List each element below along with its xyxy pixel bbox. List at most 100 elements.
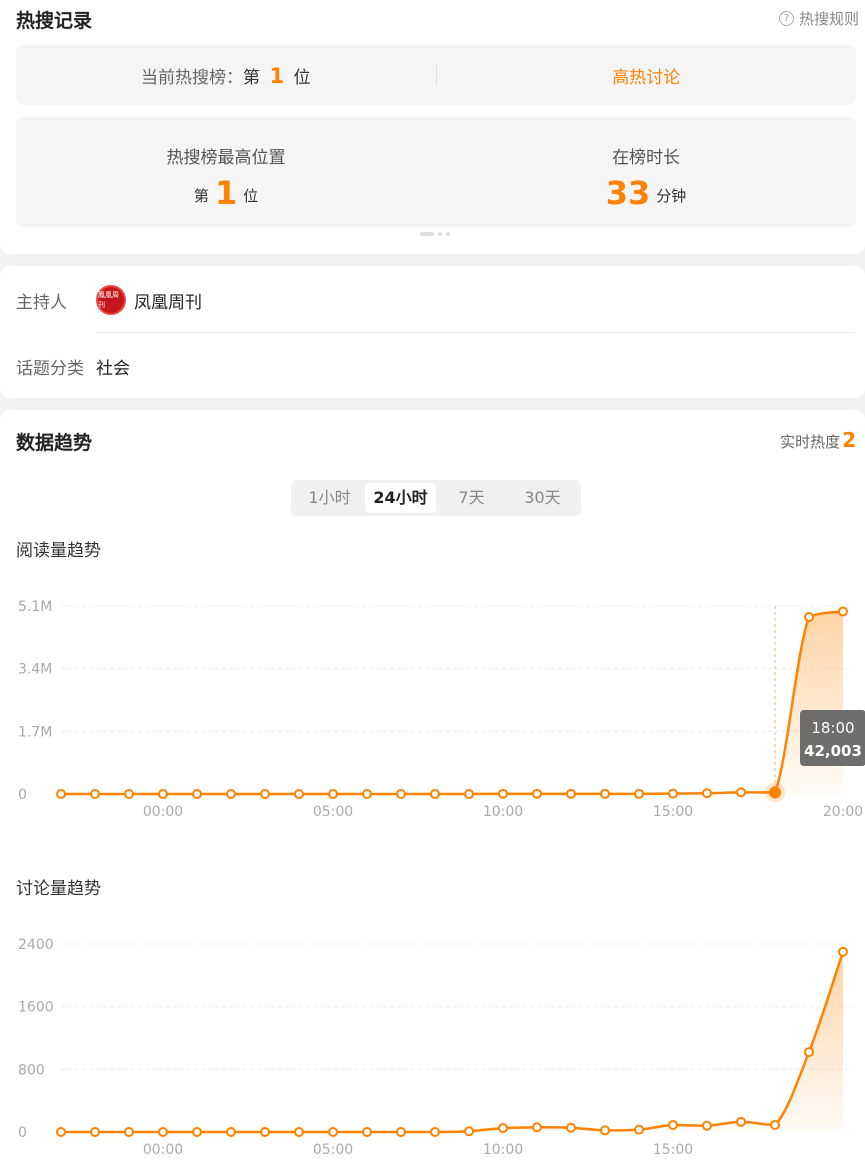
read-trend-title: 阅读量趋势 xyxy=(16,541,101,561)
current-rank: 当前热搜榜：第 1 位 xyxy=(16,63,436,88)
data-point xyxy=(260,789,270,799)
read-trend-chart[interactable]: 0 1.7M 3.4M 5.1M 00:00 05:00 10:00 15:00 20:00 18… xyxy=(0,580,865,830)
rule-link-label: 热搜规则 xyxy=(798,10,859,28)
data-point xyxy=(226,1127,236,1137)
category-value: 社会 xyxy=(96,358,130,379)
data-point xyxy=(532,1122,542,1133)
host-row: 主持人 鳳凰周刊 凤凰周刊 xyxy=(16,284,855,316)
data-point xyxy=(362,1127,372,1137)
duration-label: 在榜时长 xyxy=(612,148,680,168)
y-tick-label: 0 xyxy=(18,1125,27,1141)
current-rank-box: 当前热搜榜：第 1 位 高热讨论 xyxy=(16,45,856,105)
tab-30d[interactable]: 30天 xyxy=(507,483,578,513)
series-line xyxy=(61,610,844,796)
heat-label: 实时热度 xyxy=(780,433,841,451)
duration: 在榜时长 33 分钟 xyxy=(436,117,856,227)
x-tick-label: 00:00 xyxy=(143,1142,183,1158)
data-point xyxy=(158,1127,168,1137)
host-label: 主持人 xyxy=(16,292,67,313)
host-name: 凤凰周刊 xyxy=(134,292,202,313)
data-point xyxy=(362,789,372,799)
tooltip-time: 18:00 xyxy=(811,719,854,737)
rank-stats-box: 热搜榜最高位置 第1位 在榜时长 33 分钟 xyxy=(16,117,856,227)
avatar: 鳳凰周刊 xyxy=(96,285,126,315)
category-row: 话题分类 社会 xyxy=(16,350,855,382)
data-point-active xyxy=(769,786,781,799)
data-point xyxy=(770,1119,780,1130)
heat-value: 2 xyxy=(842,428,856,452)
hot-search-record-card: 热搜记录 ? 热搜规则 当前热搜榜：第 1 位 高热讨论 热搜榜最高位置 第1位… xyxy=(0,0,865,254)
data-point xyxy=(464,1126,474,1137)
data-point xyxy=(294,789,304,799)
current-rank-value: 1 xyxy=(269,63,285,88)
series-line xyxy=(61,951,845,1134)
carousel-dot xyxy=(446,232,450,236)
data-point xyxy=(328,789,338,799)
peak-rank-pre: 第 xyxy=(193,187,209,205)
x-tick-label: 05:00 xyxy=(313,1142,353,1158)
data-point xyxy=(464,789,474,799)
x-tick-label: 15:00 xyxy=(653,1142,693,1158)
y-tick-label: 3.4M xyxy=(18,662,52,678)
data-point xyxy=(124,1127,134,1137)
realtime-heat: 实时热度 2 xyxy=(780,428,856,452)
hot-search-rules-link[interactable]: ? 热搜规则 xyxy=(778,8,859,29)
data-point xyxy=(532,788,542,799)
data-point xyxy=(668,1119,678,1130)
tab-24h[interactable]: 24小时 xyxy=(365,483,436,513)
data-trend-card: 数据趋势 实时热度 2 1小时 24小时 7天 30天 阅读量趋势 0 1.7M 3.… xyxy=(0,410,865,1160)
x-tick-label: 10:00 xyxy=(483,1142,523,1158)
carousel-dot xyxy=(438,232,442,236)
data-point xyxy=(430,1127,440,1137)
data-point xyxy=(634,1124,644,1135)
current-rank-post: 位 xyxy=(293,67,311,88)
x-tick-label: 20:00 xyxy=(823,804,863,820)
host-link[interactable]: 鳳凰周刊 凤凰周刊 xyxy=(96,285,202,315)
series-area xyxy=(61,611,843,794)
tab-1h[interactable]: 1小时 xyxy=(294,483,365,513)
series-area xyxy=(61,951,843,1132)
data-point xyxy=(498,1123,508,1134)
data-point xyxy=(56,789,66,799)
data-point xyxy=(124,789,134,799)
peak-rank-label: 热搜榜最高位置 xyxy=(166,148,286,168)
data-point xyxy=(600,1125,610,1136)
data-point xyxy=(702,788,712,799)
data-point xyxy=(192,1127,202,1137)
data-point xyxy=(56,1127,66,1137)
y-tick-label: 0 xyxy=(18,787,27,803)
y-tick-label: 800 xyxy=(18,1062,45,1078)
data-point xyxy=(600,788,610,799)
x-tick-label: 15:00 xyxy=(653,804,693,820)
current-rank-pre: 第 xyxy=(243,67,261,88)
data-point xyxy=(736,787,746,798)
peak-rank-post: 位 xyxy=(243,187,259,205)
data-point xyxy=(226,789,236,799)
x-tick-label: 00:00 xyxy=(143,804,183,820)
y-tick-label: 1600 xyxy=(18,1000,54,1016)
peak-rank: 热搜榜最高位置 第1位 xyxy=(16,117,436,227)
data-point xyxy=(192,789,202,799)
y-tick-label: 2400 xyxy=(18,937,54,953)
x-tick-label: 10:00 xyxy=(483,804,523,820)
data-point xyxy=(702,1120,712,1131)
data-point xyxy=(736,1116,746,1127)
hot-discussion-tag: 高热讨论 xyxy=(612,67,681,88)
data-point xyxy=(838,946,848,957)
data-point xyxy=(90,789,100,799)
record-title: 热搜记录 xyxy=(16,10,93,32)
data-point xyxy=(498,788,508,799)
divider xyxy=(96,332,855,333)
tab-7d[interactable]: 7天 xyxy=(436,483,507,513)
data-point xyxy=(90,1127,100,1137)
data-point xyxy=(396,789,406,799)
carousel-dots[interactable] xyxy=(420,232,450,236)
data-point xyxy=(634,788,644,799)
peak-rank-value: 1 xyxy=(214,174,238,212)
time-range-tabs: 1小时 24小时 7天 30天 xyxy=(291,480,581,516)
data-point xyxy=(804,612,814,623)
duration-value: 33 xyxy=(605,174,651,212)
data-point xyxy=(260,1127,270,1137)
data-point xyxy=(804,1047,814,1058)
discussion-trend-chart[interactable]: 0 800 1600 2400 00:00 05:00 10:00 15:00 xyxy=(0,918,865,1160)
